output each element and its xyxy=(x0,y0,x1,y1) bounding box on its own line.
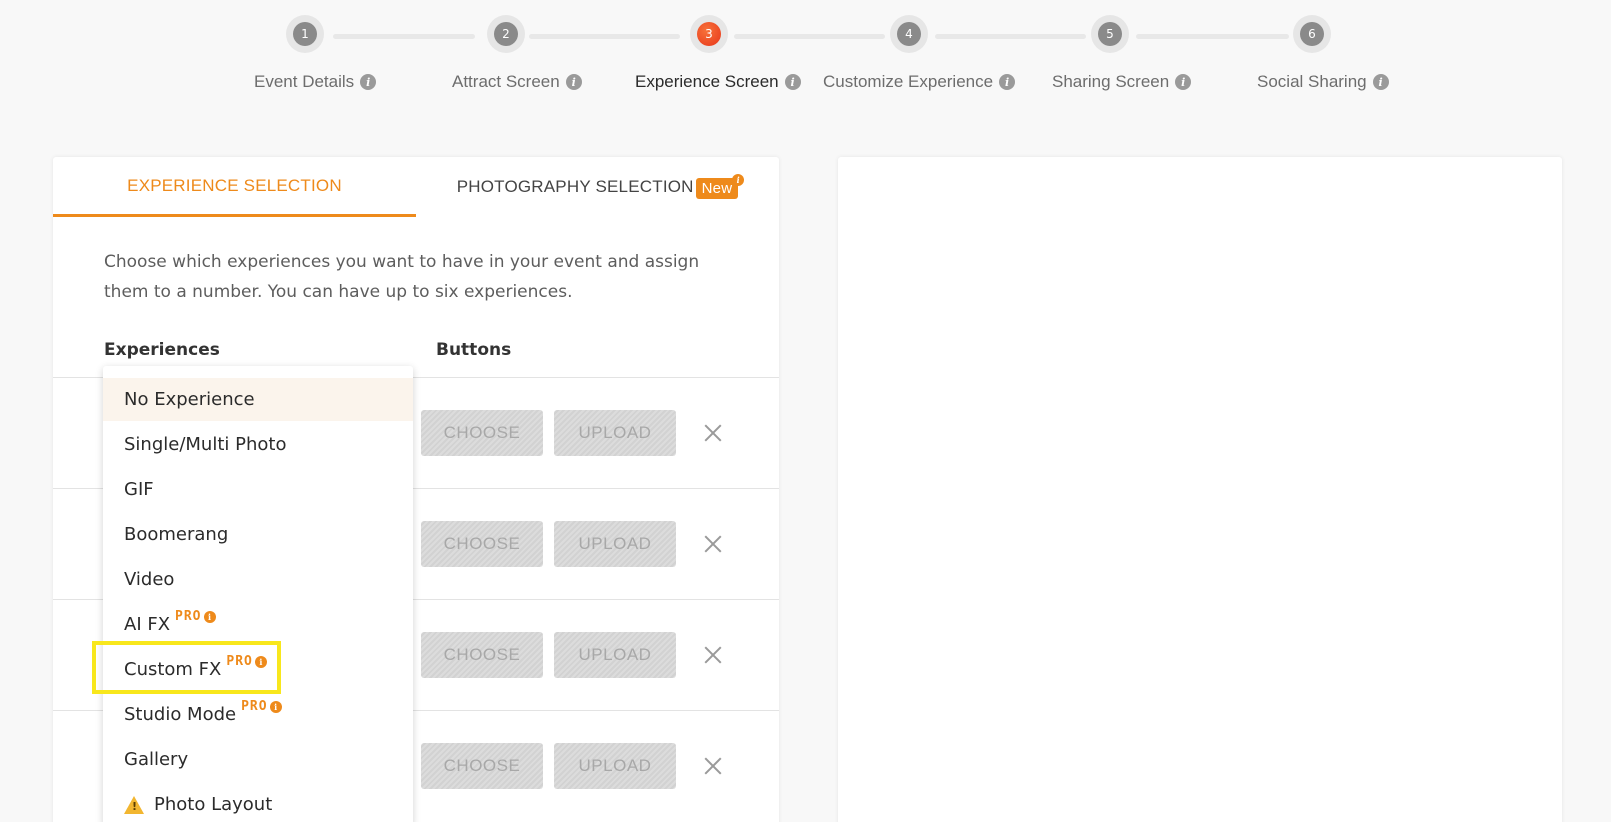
step-label-text: Experience Screen xyxy=(635,72,779,91)
step-number: 1 xyxy=(293,22,317,46)
warning-icon: ! xyxy=(124,795,144,814)
step-4[interactable]: 4 xyxy=(890,15,928,53)
step-number: 2 xyxy=(494,22,518,46)
dropdown-item-label: Custom FX xyxy=(124,659,222,680)
new-badge-label: New xyxy=(701,179,733,197)
dropdown-item-gif[interactable]: GIF xyxy=(103,468,413,511)
upload-button[interactable]: UPLOAD xyxy=(554,521,676,567)
dropdown-item-label: Photo Layout xyxy=(154,794,273,815)
step-connector xyxy=(333,34,475,39)
step-label-sharing-screen[interactable]: Sharing Screen i xyxy=(1052,72,1192,92)
pro-badge: PRO xyxy=(241,699,268,714)
dropdown-item-label: AI FX xyxy=(124,614,171,635)
step-label-attract-screen[interactable]: Attract Screen i xyxy=(452,72,582,92)
dropdown-item-single-multi-photo[interactable]: Single/Multi Photo xyxy=(103,423,413,466)
info-icon[interactable]: i xyxy=(999,74,1016,90)
close-icon[interactable] xyxy=(702,644,724,666)
step-3[interactable]: 3 xyxy=(690,15,728,53)
pro-badge: PRO xyxy=(226,654,253,669)
dropdown-item-photo-layout[interactable]: ! Photo Layout xyxy=(103,783,413,822)
upload-button[interactable]: UPLOAD xyxy=(554,410,676,456)
dropdown-item-label: Studio Mode xyxy=(124,704,237,725)
progress-stepper: 1 2 3 4 5 6 Event Details i Attract Scree… xyxy=(0,0,1611,110)
step-label-text: Attract Screen xyxy=(452,72,560,91)
step-5[interactable]: 5 xyxy=(1091,15,1129,53)
choose-button[interactable]: CHOOSE xyxy=(421,743,543,789)
step-label-text: Social Sharing xyxy=(1257,72,1367,91)
step-label-customize-experience[interactable]: Customize Experience i xyxy=(823,72,1016,92)
pro-badge: PRO xyxy=(175,609,202,624)
step-label-text: Event Details xyxy=(254,72,355,91)
step-6[interactable]: 6 xyxy=(1293,15,1331,53)
choose-button[interactable]: CHOOSE xyxy=(421,632,543,678)
info-icon[interactable]: i xyxy=(203,610,216,623)
dropdown-item-gallery[interactable]: Gallery xyxy=(103,738,413,781)
tab-photography-selection[interactable]: PHOTOGRAPHY SELECTION New i xyxy=(416,157,779,217)
tab-label: PHOTOGRAPHY SELECTION xyxy=(456,177,694,196)
new-badge: New i xyxy=(695,173,745,199)
info-icon[interactable]: i xyxy=(1175,74,1192,90)
info-icon[interactable]: i xyxy=(1372,74,1389,90)
close-icon[interactable] xyxy=(702,533,724,555)
step-connector xyxy=(1136,34,1289,39)
column-header-experiences: Experiences xyxy=(104,340,220,360)
info-icon[interactable]: i xyxy=(565,74,582,90)
selection-tabs: EXPERIENCE SELECTION PHOTOGRAPHY SELECTI… xyxy=(53,157,779,217)
step-1[interactable]: 1 xyxy=(286,15,324,53)
dropdown-item-no-experience[interactable]: No Experience xyxy=(103,378,413,421)
step-number: 5 xyxy=(1098,22,1122,46)
experience-dropdown: No Experience Single/Multi Photo GIF Boo… xyxy=(103,366,413,822)
dropdown-item-studio-mode[interactable]: Studio Mode PRO i xyxy=(103,693,413,736)
dropdown-item-custom-fx[interactable]: Custom FX PRO i xyxy=(103,648,413,691)
info-icon[interactable]: i xyxy=(254,655,267,668)
step-label-text: Sharing Screen xyxy=(1052,72,1170,91)
upload-button[interactable]: UPLOAD xyxy=(554,632,676,678)
close-icon[interactable] xyxy=(702,422,724,444)
preview-panel xyxy=(838,157,1562,822)
step-number: 3 xyxy=(697,22,721,46)
upload-button[interactable]: UPLOAD xyxy=(554,743,676,789)
dropdown-item-boomerang[interactable]: Boomerang xyxy=(103,513,413,556)
step-connector xyxy=(935,34,1086,39)
experience-description: Choose which experiences you want to hav… xyxy=(104,252,700,302)
tab-experience-selection[interactable]: EXPERIENCE SELECTION xyxy=(53,157,416,217)
step-2[interactable]: 2 xyxy=(487,15,525,53)
column-header-buttons: Buttons xyxy=(436,340,512,360)
info-icon: i xyxy=(732,173,745,186)
choose-button[interactable]: CHOOSE xyxy=(421,521,543,567)
info-icon[interactable]: i xyxy=(360,74,377,90)
step-number: 6 xyxy=(1300,22,1324,46)
step-number: 4 xyxy=(897,22,921,46)
dropdown-item-video[interactable]: Video xyxy=(103,558,413,601)
dropdown-item-ai-fx[interactable]: AI FX PRO i xyxy=(103,603,413,646)
close-icon[interactable] xyxy=(702,755,724,777)
step-connector xyxy=(734,34,885,39)
step-label-social-sharing[interactable]: Social Sharing i xyxy=(1257,72,1389,92)
choose-button[interactable]: CHOOSE xyxy=(421,410,543,456)
info-icon[interactable]: i xyxy=(269,700,282,713)
step-label-event-details[interactable]: Event Details i xyxy=(254,72,377,92)
step-label-text: Customize Experience xyxy=(823,72,994,91)
step-connector xyxy=(529,34,680,39)
info-icon[interactable]: i xyxy=(784,74,801,90)
step-label-experience-screen[interactable]: Experience Screen i xyxy=(635,72,801,92)
